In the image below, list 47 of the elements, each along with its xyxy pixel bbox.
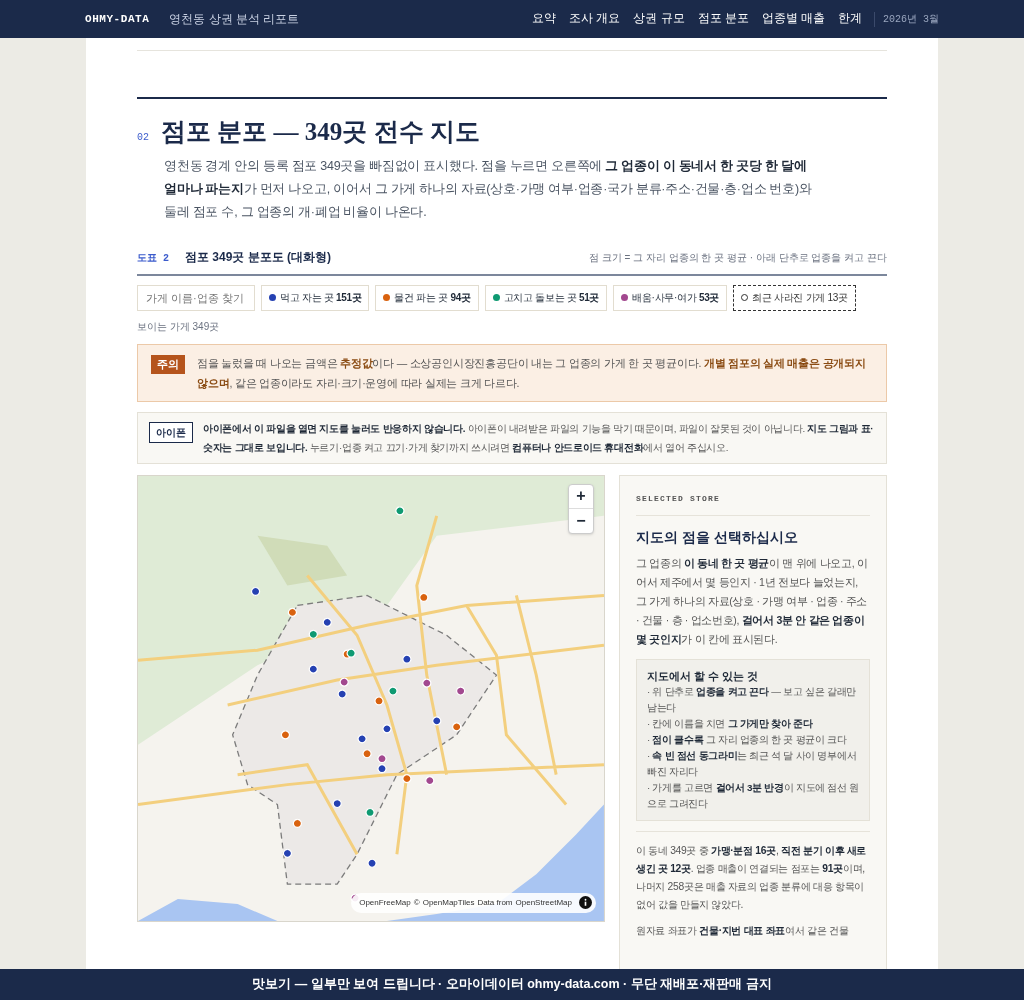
closed-filter[interactable]: 최근 사라진 가게 13곳 [733, 284, 856, 311]
stats-paragraph: 이 동네 349곳 중 가맹·분점 16곳, 직전 분기 이후 새로 생긴 곳 12곳. 업종 매출이 연결되는 점포는 91곳이며, 나머지 258곳은 매출 자료의 업종 분류에 대응 항목이 없어 값을 만들지 않았다. [636, 844, 868, 913]
figure-note: 점 크기 = 그 자리 업종의 한 곳 평균 · 아래 단추로 업종을 켜고 끈다 [588, 250, 887, 265]
zoom-in-button[interactable]: + [569, 484, 593, 509]
howto-title: 지도에서 할 수 있는 것 [647, 668, 760, 684]
intro-paragraph: 영천동 경계 안의 등록 점포 349곳을 빠짐없이 표시했다. 점을 누르면 오른쪽에 그 업종이 이 동네서 한 곳당 한 달에 얼마나 파는지가 먼저 나오고, 이어서 그 가게 하나의 자료(상호·가맹 여부·업종·국가 분류·주소·건물·층·업소 번호)와 둘레 점포 수, 그 업종의 개·폐업 비율이 나온다. [164, 157, 813, 221]
category-filter[interactable]: 배움·사무·여가 53곳 [613, 284, 728, 311]
howto-item: · 속 빈 점선 동그라미는 최근 석 달 사이 명부에서 빠진 자리다 [647, 749, 858, 780]
section-number: 02 [137, 131, 149, 145]
howto-item: · 가게를 고르면 걸어서 3분 반경이 지도에 점선 원으로 그려진다 [647, 781, 859, 812]
brand-logo[interactable]: OHMY-DATA [85, 10, 150, 28]
info-badge: 아이폰 [149, 421, 193, 443]
attribution-link[interactable]: OpenStreetMap [515, 896, 572, 909]
report-date: 2026년 3월 [874, 11, 939, 27]
notice-text: 점을 눌렀을 때 나오는 금액은 추정값이다 — 소상공인시장진흥공단이 내는 그 업종의 가게 한 곳 평균이다. 개별 점포의 실제 매출은 공개되지 않으며, 같은 업종이라도 자리·크기·운영에 따라 실제는 크게 다르다. [197, 355, 867, 391]
notice-text: 아이폰에서 이 파일을 열면 지도를 눌러도 반응하지 않습니다. 아이폰이 내려받은 파일의 기능을 막기 때문이며, 파일이 잘못된 것이 아닙니다. 지도 그림과 표·숫자는 그대로 보입니다. 누르기·업종 켜고 끄기·가게 찾기까지 쓰시려면 컴퓨터나 안드로이드 휴대전화에서 열어 주십시오. [203, 421, 875, 455]
howto-item: · 위 단추로 업종을 켜고 끈다 — 보고 싶은 갈래만 남는다 [647, 685, 858, 716]
visible-count: 보이는 가게 349곳 [137, 319, 221, 334]
nav-link[interactable]: 상권 규모 [633, 10, 685, 28]
search-field[interactable]: 가게 이름·업종 찾기 [137, 284, 255, 311]
howto-item: · 칸에 이름을 치면 그 가게만 찾아 준다 [647, 717, 814, 732]
panel-heading: 지도의 점을 선택하십시오 [636, 528, 799, 547]
attribution-link[interactable]: OpenFreeMap [359, 896, 411, 909]
nav-link[interactable]: 조사 개요 [569, 10, 621, 28]
report-title: 영천동 상권 분석 리포트 [169, 11, 300, 28]
nav-link[interactable]: 요약 [532, 10, 557, 28]
info-icon[interactable] [579, 896, 592, 909]
figure-title: 점포 349곳 분포도 (대화형) [185, 248, 332, 266]
nav-link[interactable]: 점포 분포 [697, 10, 749, 28]
note-paragraph: 원자료 좌표가 건물·지번 대표 좌표여서 같은 건물 [636, 924, 850, 939]
panel-eyebrow: SELECTED STORE [636, 492, 870, 516]
category-filter[interactable]: 고치고 돌보는 곳 51곳 [484, 284, 608, 311]
sample-banner: 맛보기 — 일부만 보여 드립니다 · 오마이데이터 ohmy-data.com · 무단 재배포·재판매 금지 [0, 969, 1024, 1000]
category-filter[interactable]: 먹고 자는 곳 151곳 [261, 284, 370, 311]
caution-badge: 주의 [151, 354, 185, 375]
panel-description: 그 업종의 이 동네 한 곳 평균이 맨 위에 나오고, 이어서 제주에서 몇 등인지 · 1년 전보다 늘었는지, 그 가게 하나의 자료(상호 · 가맹 여부 · 업종 · 주소 · 건물 · 층 · 업소번호), 걸어서 3분 안 같은 업종이 몇 곳인지가 이 칸에 표시된다. [636, 555, 869, 647]
nav-link[interactable]: 한계 [838, 10, 862, 28]
zoom-out-button[interactable]: − [569, 508, 593, 533]
attribution-link[interactable]: OpenMapTiles [422, 896, 475, 909]
store-map[interactable]: + − OpenFreeMap © OpenMapTiles Data from OpenStreetMap [137, 474, 605, 922]
figure-label: 도표 2 [137, 251, 169, 266]
howto-item: · 점이 클수록 그 자리 업종의 한 곳 평균이 크다 [647, 733, 848, 748]
attribution-text: © [413, 896, 420, 909]
attribution-text: Data from [477, 896, 513, 909]
nav-link[interactable]: 업종별 매출 [761, 10, 825, 28]
category-filter[interactable]: 물건 파는 곳 94곳 [375, 284, 479, 311]
section-title: 점포 분포 — 349곳 전수 지도 [161, 117, 480, 147]
